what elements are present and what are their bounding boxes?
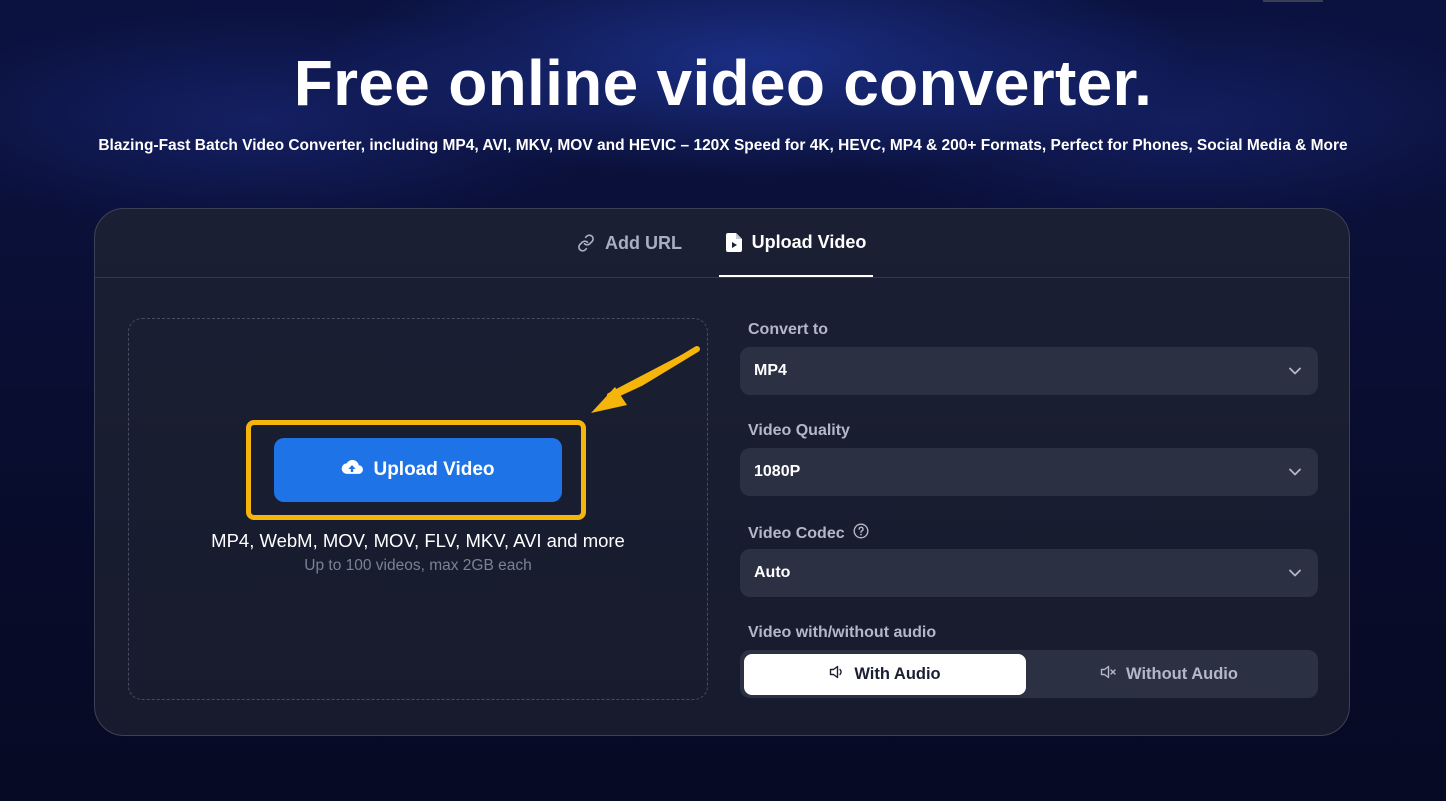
tab-upload-video-label: Upload Video bbox=[751, 231, 867, 252]
page-title: Free online video converter. bbox=[293, 47, 1153, 119]
upload-dropzone[interactable]: Upload Video MP4, WebM, MOV, MOV, FLV, M… bbox=[128, 318, 708, 700]
with-audio-label: With Audio bbox=[854, 665, 941, 683]
chevron-down-icon bbox=[1289, 362, 1301, 380]
speaker-icon bbox=[829, 665, 845, 684]
converter-card: Add URL Upload Video Upload Video MP4, W… bbox=[94, 208, 1350, 736]
without-audio-option[interactable]: Without Audio bbox=[1028, 654, 1310, 695]
question-circle-icon[interactable] bbox=[853, 523, 869, 544]
with-audio-option[interactable]: With Audio bbox=[744, 654, 1026, 695]
upload-limits-text: Up to 100 videos, max 2GB each bbox=[304, 557, 532, 574]
header-edge-decoration bbox=[1263, 0, 1323, 2]
video-codec-select[interactable]: Auto bbox=[740, 549, 1318, 597]
tab-add-url[interactable]: Add URL bbox=[577, 209, 682, 277]
video-quality-label: Video Quality bbox=[748, 422, 850, 440]
video-codec-label: Video Codec bbox=[748, 523, 869, 544]
chevron-down-icon bbox=[1289, 564, 1301, 582]
tab-add-url-label: Add URL bbox=[605, 232, 682, 253]
convert-to-label: Convert to bbox=[748, 321, 828, 339]
supported-formats-text: MP4, WebM, MOV, MOV, FLV, MKV, AVI and m… bbox=[211, 530, 625, 551]
upload-video-button-label: Upload Video bbox=[373, 459, 495, 480]
tab-upload-video[interactable]: Upload Video bbox=[719, 209, 873, 277]
convert-to-value: MP4 bbox=[754, 362, 787, 379]
link-icon bbox=[577, 234, 595, 252]
video-quality-label-text: Video Quality bbox=[748, 422, 850, 439]
cloud-upload-icon bbox=[341, 458, 364, 482]
speaker-muted-icon bbox=[1100, 665, 1117, 684]
video-codec-value: Auto bbox=[754, 564, 791, 581]
video-codec-label-text: Video Codec bbox=[748, 524, 845, 542]
chevron-down-icon bbox=[1289, 463, 1301, 481]
arrow-pointer-icon bbox=[591, 346, 700, 413]
convert-to-select[interactable]: MP4 bbox=[740, 347, 1318, 395]
convert-to-label-text: Convert to bbox=[748, 321, 828, 338]
upload-video-button[interactable]: Upload Video bbox=[274, 438, 562, 502]
tab-bar: Add URL Upload Video bbox=[95, 209, 1349, 278]
video-quality-select[interactable]: 1080P bbox=[740, 448, 1318, 496]
video-quality-value: 1080P bbox=[754, 463, 801, 480]
without-audio-label: Without Audio bbox=[1126, 665, 1238, 683]
file-icon bbox=[725, 232, 742, 252]
audio-option-label-text: Video with/without audio bbox=[748, 624, 937, 641]
audio-toggle: With Audio Without Audio bbox=[740, 650, 1318, 698]
audio-option-label: Video with/without audio bbox=[748, 624, 936, 642]
page-subtitle: Blazing-Fast Batch Video Converter, incl… bbox=[98, 137, 1348, 154]
